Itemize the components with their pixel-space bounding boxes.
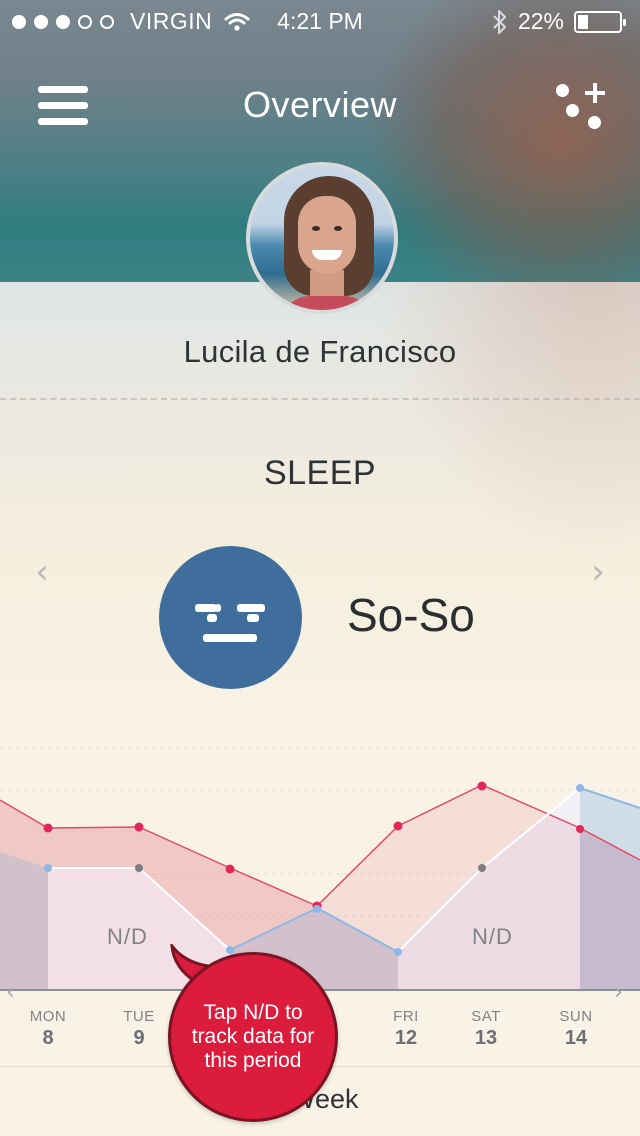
day-date: 12 — [394, 1027, 418, 1049]
day-fri[interactable]: FRI 12 — [376, 1008, 436, 1050]
battery-percent: 22% — [517, 8, 564, 34]
mood-face-icon[interactable] — [159, 546, 302, 689]
gray-point — [478, 864, 486, 872]
day-name: TUE — [123, 1008, 155, 1025]
section-title: SLEEP — [263, 454, 377, 492]
page-title: Overview — [242, 84, 398, 125]
red-point — [477, 781, 487, 791]
day-name: SAT — [471, 1008, 501, 1025]
blue-point — [576, 784, 584, 792]
day-sun[interactable]: SUN 14 — [546, 1008, 606, 1050]
nd-label-sat[interactable]: N/D — [472, 924, 513, 950]
day-name: FRI — [393, 1008, 419, 1025]
red-point — [225, 864, 235, 874]
blue-point — [226, 946, 234, 954]
chart-right-arrow-icon[interactable]: › — [614, 980, 623, 1005]
day-date: 9 — [133, 1027, 145, 1049]
blue-point — [313, 905, 321, 913]
day-name: SUN — [559, 1008, 593, 1025]
nd-label-tue[interactable]: N/D — [107, 924, 148, 950]
blue-point — [394, 948, 402, 956]
day-date: 8 — [42, 1027, 54, 1049]
day-date: 14 — [564, 1027, 588, 1049]
status-right: 22% — [492, 8, 626, 35]
status-bar: VIRGIN 4:21 PM 22% — [0, 6, 640, 40]
chevron-right-icon[interactable]: › — [580, 554, 616, 590]
bluetooth-icon — [493, 9, 506, 34]
blue-point — [44, 864, 52, 872]
left-brow — [195, 604, 217, 612]
red-series-area — [0, 785, 640, 990]
right-brow — [237, 604, 265, 612]
profile-name: Lucila de Francisco — [183, 334, 457, 369]
mouth — [203, 634, 257, 642]
tooltip-text: Tap N/D to track data for this period — [191, 1001, 315, 1072]
day-mon[interactable]: MON 8 — [18, 1008, 78, 1050]
app-screen: VIRGIN 4:21 PM 22% Overview Lucila de Fr… — [0, 0, 640, 1136]
battery-icon — [574, 10, 626, 33]
tooltip-bubble[interactable]: Tap N/D to track data for this period — [168, 952, 338, 1122]
weekly-chart[interactable] — [0, 740, 640, 1000]
gray-point — [135, 864, 143, 872]
red-point — [43, 823, 53, 833]
chevron-left-icon[interactable]: ‹ — [24, 554, 60, 590]
section-divider — [0, 398, 640, 400]
day-sat[interactable]: SAT 13 — [456, 1008, 516, 1050]
avatar[interactable] — [246, 162, 398, 314]
day-date: 13 — [474, 1027, 498, 1049]
add-dots-plus-icon[interactable] — [552, 80, 608, 132]
red-point — [393, 821, 403, 831]
day-name: MON — [29, 1008, 67, 1025]
red-point — [576, 825, 584, 833]
red-point — [134, 822, 144, 832]
day-tue[interactable]: TUE 9 — [109, 1008, 169, 1050]
battery-fill — [578, 14, 588, 29]
mood-label: So-So — [347, 589, 475, 641]
chart-left-arrow-icon[interactable]: ‹ — [6, 980, 15, 1005]
